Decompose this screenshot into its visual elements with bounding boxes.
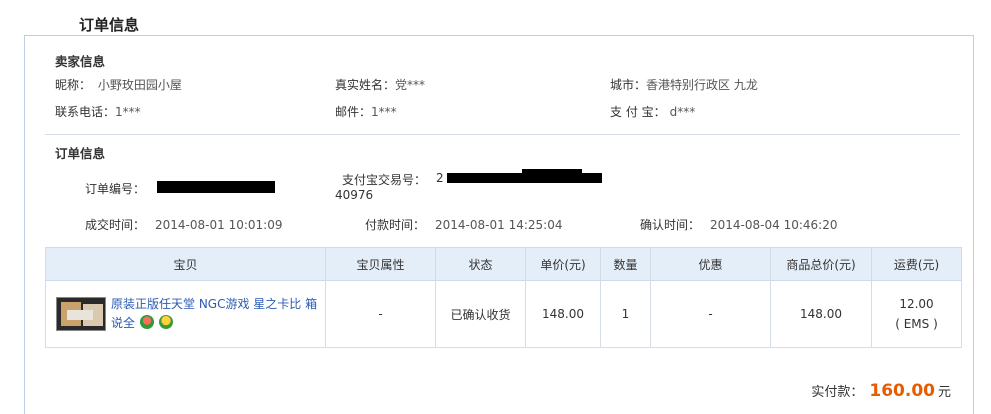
seller-city: 城市：香港特别行政区 九龙 — [610, 76, 758, 93]
col-header-total-price: 商品总价(元) — [770, 247, 872, 281]
payment-label: 实付款： — [811, 385, 864, 400]
alipay-value: d*** — [669, 105, 696, 119]
product-thumbnail[interactable] — [56, 297, 106, 331]
seller-alipay: 支 付 宝： d*** — [610, 103, 695, 120]
seller-section-title: 卖家信息 — [55, 54, 106, 69]
pay-time: 付款时间： 2014-08-01 14:25:04 — [365, 216, 562, 233]
order-section-title: 订单信息 — [55, 146, 106, 161]
city-value: 香港特别行政区 九龙 — [646, 78, 758, 92]
order-number-label: 订单编号： — [85, 182, 146, 196]
shipping-cell: 12.00 ( EMS ) — [871, 280, 962, 348]
order-items-table: 宝贝 宝贝属性 状态 单价(元) 数量 优惠 商品总价(元) 运费(元) 原装正… — [45, 247, 962, 348]
col-header-unit-price: 单价(元) — [525, 247, 601, 281]
phone-value: 1*** — [115, 105, 141, 119]
seller-nickname: 昵称： 小野玫田园小屋 — [55, 76, 182, 93]
seller-realname: 真实姓名：党*** — [335, 76, 425, 93]
realname-value: 党*** — [395, 78, 426, 92]
status-cell: 已确认收货 — [435, 280, 526, 348]
pay-time-value: 2014-08-01 14:25:04 — [435, 218, 563, 232]
unit-price-cell: 148.00 — [525, 280, 601, 348]
nickname-label: 昵称： — [55, 78, 92, 92]
alipay-label: 支 付 宝： — [610, 105, 666, 119]
shipping-fee: 12.00 — [899, 297, 934, 311]
city-label: 城市： — [610, 78, 647, 92]
table-header-row: 宝贝 宝贝属性 状态 单价(元) 数量 优惠 商品总价(元) 运费(元) — [45, 247, 962, 281]
discount-cell: - — [650, 280, 771, 348]
total-price-cell: 148.00 — [770, 280, 872, 348]
col-header-item: 宝贝 — [45, 247, 326, 281]
payment-total: 实付款： 160.00 元 — [811, 381, 951, 401]
email-value: 1*** — [371, 105, 397, 119]
alipay-trade-label: 支付宝交易号： — [342, 173, 427, 187]
nickname-value: 小野玫田园小屋 — [97, 78, 182, 92]
flower-badge-icon[interactable] — [140, 315, 155, 329]
payment-unit: 元 — [937, 385, 951, 400]
confirm-time: 确认时间： 2014-08-04 10:46:20 — [640, 216, 837, 233]
alipay-trade-suffix: 40976 — [335, 188, 374, 202]
seller-phone: 联系电话：1*** — [55, 103, 141, 120]
shipping-method: ( EMS ) — [895, 317, 938, 331]
attr-cell: - — [325, 280, 436, 348]
confirm-time-value: 2014-08-04 10:46:20 — [710, 218, 838, 232]
quantity-cell: 1 — [600, 280, 651, 348]
payment-amount: 160.00 — [869, 381, 935, 401]
pay-time-label: 付款时间： — [365, 218, 426, 232]
col-header-status: 状态 — [435, 247, 526, 281]
page-title: 订单信息 — [79, 16, 140, 34]
col-header-attributes: 宝贝属性 — [325, 247, 436, 281]
confirm-time-label: 确认时间： — [640, 218, 701, 232]
col-header-shipping: 运费(元) — [871, 247, 962, 281]
alipay-trade-prefix: 2 — [436, 171, 444, 185]
deal-time-value: 2014-08-01 10:01:09 — [155, 218, 283, 232]
phone-label: 联系电话： — [55, 105, 116, 119]
table-row: 原装正版任天堂 NGC游戏 星之卡比 箱说全 - 已确认收货 148.00 1 … — [45, 280, 962, 348]
email-label: 邮件： — [335, 105, 372, 119]
seller-email: 邮件：1*** — [335, 103, 397, 120]
deal-time: 成交时间： 2014-08-01 10:01:09 — [85, 216, 282, 233]
flower-badge-icon[interactable] — [159, 315, 174, 329]
deal-time-label: 成交时间： — [85, 218, 146, 232]
col-header-discount: 优惠 — [650, 247, 771, 281]
col-header-quantity: 数量 — [600, 247, 651, 281]
order-number-redaction — [157, 181, 275, 193]
section-divider — [45, 134, 960, 135]
realname-label: 真实姓名： — [335, 78, 396, 92]
product-cell: 原装正版任天堂 NGC游戏 星之卡比 箱说全 — [45, 280, 326, 348]
alipay-trade-redaction — [447, 173, 602, 183]
alipay-trade-redaction-2 — [522, 169, 582, 174]
